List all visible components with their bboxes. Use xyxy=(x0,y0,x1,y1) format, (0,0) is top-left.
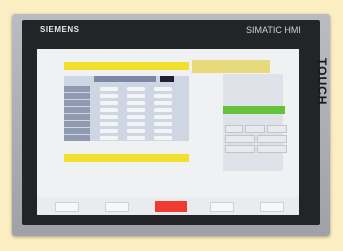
value-cell[interactable] xyxy=(127,94,145,98)
table-row xyxy=(64,135,189,141)
mini-field-3[interactable] xyxy=(225,145,255,153)
status-panel xyxy=(192,60,270,73)
table-row xyxy=(64,93,189,99)
mini-field-4[interactable] xyxy=(257,145,287,153)
value-cell[interactable] xyxy=(127,108,145,112)
table-tab[interactable] xyxy=(94,76,156,82)
value-cell[interactable] xyxy=(127,101,145,105)
parameter-table xyxy=(64,76,189,141)
footer-button-3[interactable] xyxy=(210,202,234,212)
row-label xyxy=(64,100,90,106)
value-cell[interactable] xyxy=(127,136,145,140)
table-row xyxy=(64,86,189,92)
value-cell[interactable] xyxy=(154,122,172,126)
table-row xyxy=(64,114,189,120)
status-indicator xyxy=(223,106,285,114)
footer-button-1[interactable] xyxy=(55,202,79,212)
value-cell[interactable] xyxy=(154,136,172,140)
footer-button-2[interactable] xyxy=(105,202,129,212)
mini-button-3[interactable] xyxy=(267,125,287,133)
value-cell[interactable] xyxy=(127,129,145,133)
value-cell[interactable] xyxy=(100,108,118,112)
touch-label: TOUCH xyxy=(315,58,329,106)
device-model: SIMATIC HMI xyxy=(246,25,301,35)
value-cell[interactable] xyxy=(154,108,172,112)
table-row xyxy=(64,100,189,106)
value-cell[interactable] xyxy=(100,136,118,140)
red-action-button[interactable] xyxy=(155,201,187,212)
table-row xyxy=(64,128,189,134)
row-label xyxy=(64,135,90,141)
value-cell[interactable] xyxy=(100,115,118,119)
mini-button-1[interactable] xyxy=(225,125,243,133)
value-cell[interactable] xyxy=(154,115,172,119)
row-label xyxy=(64,121,90,127)
row-label xyxy=(64,107,90,113)
hmi-screen xyxy=(37,49,299,215)
footer-button-4[interactable] xyxy=(260,202,284,212)
table-row xyxy=(64,107,189,113)
value-cell[interactable] xyxy=(154,129,172,133)
bottom-label xyxy=(122,182,201,192)
row-label xyxy=(64,128,90,134)
value-cell[interactable] xyxy=(154,101,172,105)
value-cell[interactable] xyxy=(100,129,118,133)
header-title-bar xyxy=(64,62,189,70)
value-cell[interactable] xyxy=(100,122,118,126)
table-row xyxy=(64,121,189,127)
row-label xyxy=(64,86,90,92)
row-label xyxy=(64,114,90,120)
value-cell[interactable] xyxy=(100,94,118,98)
table-tab-dark[interactable] xyxy=(160,76,174,82)
mini-field-1[interactable] xyxy=(225,135,255,143)
value-cell[interactable] xyxy=(127,122,145,126)
value-cell[interactable] xyxy=(127,87,145,91)
info-bar xyxy=(64,154,189,162)
value-cell[interactable] xyxy=(127,115,145,119)
row-label xyxy=(64,93,90,99)
side-panel xyxy=(223,74,283,171)
mini-button-2[interactable] xyxy=(245,125,265,133)
mini-field-2[interactable] xyxy=(257,135,287,143)
value-cell[interactable] xyxy=(100,87,118,91)
footer-bar xyxy=(37,197,299,215)
value-cell[interactable] xyxy=(154,87,172,91)
value-cell[interactable] xyxy=(100,101,118,105)
brand-logo: SIEMENS xyxy=(40,25,80,34)
value-cell[interactable] xyxy=(154,94,172,98)
